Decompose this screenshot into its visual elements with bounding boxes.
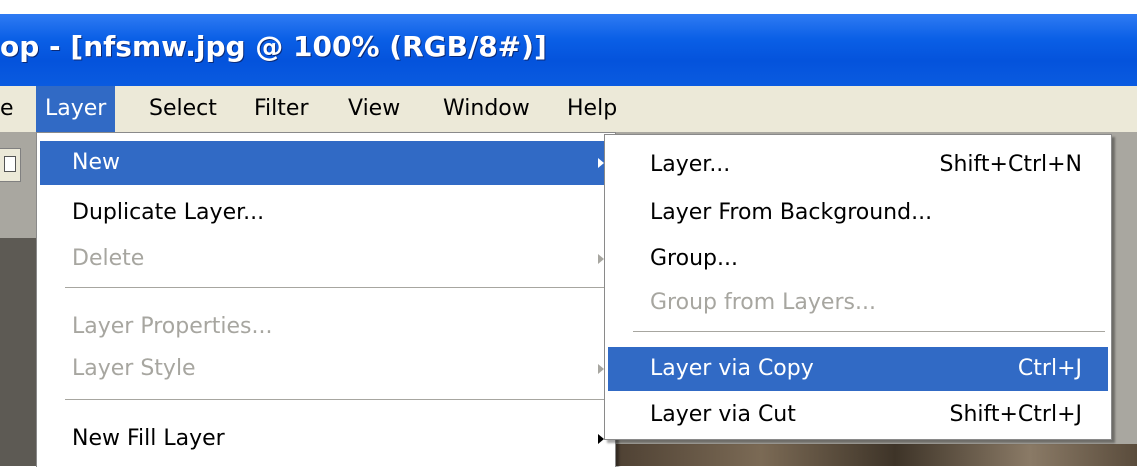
menu-item-layer-style-label: Layer Style (72, 356, 196, 381)
menu-item-delete-label: Delete (72, 246, 145, 271)
submenu-item-layer-via-copy-shortcut: Ctrl+J (1017, 356, 1082, 381)
menu-select[interactable]: Select (140, 86, 226, 132)
menu-separator (65, 399, 609, 401)
menu-edit[interactable]: e (0, 86, 23, 132)
submenu-item-layer-from-background-label: Layer From Background... (650, 200, 933, 225)
menu-item-new-fill-layer[interactable]: New Fill Layer (40, 417, 612, 461)
submenu-item-group[interactable]: Group... (608, 237, 1108, 281)
window-title: op - [nfsmw.jpg @ 100% (RGB/8#)] (0, 30, 547, 63)
menu-item-new[interactable]: New (40, 141, 612, 185)
submenu-item-layer-label: Layer... (650, 152, 731, 177)
menu-layer[interactable]: Layer (36, 86, 116, 132)
layer-menu-dropdown: New Duplicate Layer... Delete Layer Prop… (36, 132, 616, 467)
menu-window[interactable]: Window (434, 86, 539, 132)
toolbar-tool-button[interactable] (0, 148, 21, 182)
submenu-item-group-from-layers-label: Group from Layers... (650, 290, 876, 315)
top-strip (0, 0, 1137, 14)
menu-item-duplicate-layer[interactable]: Duplicate Layer... (40, 191, 612, 235)
submenu-separator (633, 331, 1105, 333)
submenu-item-layer-via-cut[interactable]: Layer via Cut Shift+Ctrl+J (608, 393, 1108, 437)
menu-item-new-label: New (72, 150, 120, 175)
menu-help[interactable]: Help (558, 86, 626, 132)
title-bar[interactable]: op - [nfsmw.jpg @ 100% (RGB/8#)] (0, 14, 1137, 86)
menu-item-layer-properties-label: Layer Properties... (72, 314, 273, 339)
submenu-item-layer[interactable]: Layer... Shift+Ctrl+N (608, 143, 1108, 187)
document-image-preview (600, 444, 1137, 466)
menu-item-duplicate-layer-label: Duplicate Layer... (72, 200, 265, 225)
menu-item-new-fill-layer-label: New Fill Layer (72, 426, 225, 451)
tool-icon (4, 156, 16, 172)
submenu-item-layer-via-copy[interactable]: Layer via Copy Ctrl+J (608, 347, 1108, 391)
submenu-item-group-label: Group... (650, 246, 738, 271)
menu-item-layer-properties[interactable]: Layer Properties... (40, 305, 612, 349)
menu-separator (65, 287, 609, 289)
submenu-item-layer-via-cut-label: Layer via Cut (650, 402, 796, 427)
menu-bar: e Layer Select Filter View Window Help (0, 86, 1137, 132)
submenu-item-layer-from-background[interactable]: Layer From Background... (608, 191, 1108, 235)
menu-view[interactable]: View (339, 86, 409, 132)
workspace-dark-strip (0, 238, 40, 466)
submenu-item-layer-via-copy-label: Layer via Copy (650, 356, 814, 381)
new-submenu-dropdown: Layer... Shift+Ctrl+N Layer From Backgro… (604, 134, 1112, 440)
menu-item-layer-style[interactable]: Layer Style (40, 347, 612, 391)
submenu-item-group-from-layers[interactable]: Group from Layers... (608, 281, 1108, 325)
submenu-item-layer-shortcut: Shift+Ctrl+N (939, 152, 1082, 177)
submenu-item-layer-via-cut-shortcut: Shift+Ctrl+J (949, 402, 1082, 427)
menu-item-delete[interactable]: Delete (40, 237, 612, 281)
menu-filter[interactable]: Filter (245, 86, 317, 132)
